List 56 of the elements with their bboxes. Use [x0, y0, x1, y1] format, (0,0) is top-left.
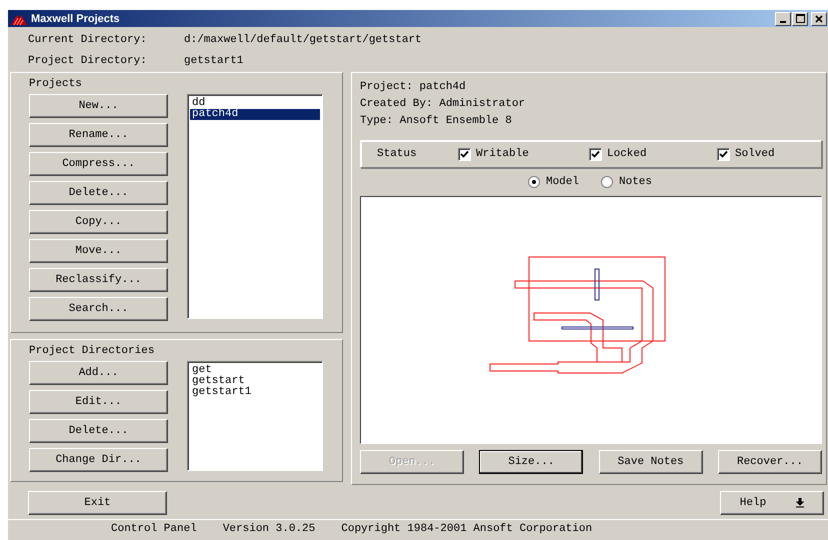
status-text: Copyright 1984-2001 Ansoft Corporation [341, 523, 592, 537]
list-box[interactable]: get getstart getstart1 [187, 361, 323, 471]
radio-icon[interactable] [601, 176, 613, 188]
checkbox[interactable] [589, 148, 602, 160]
panel-button[interactable]: Delete... [29, 419, 168, 443]
window-title: Maxwell Projects [31, 12, 121, 24]
exit-button[interactable]: Exit [28, 491, 167, 515]
panel-button[interactable]: Delete... [29, 181, 168, 205]
radio-icon[interactable] [528, 176, 540, 188]
status-label: Status [377, 148, 418, 160]
project-info: Project: patch4d [360, 81, 466, 93]
down-arrow-icon [796, 498, 804, 508]
list-item[interactable]: getstart [190, 376, 320, 387]
info-label: Current Directory: [28, 34, 148, 48]
list-item[interactable]: patch4d [190, 109, 320, 120]
list-item[interactable]: get [190, 365, 320, 376]
panel-button[interactable]: Move... [29, 239, 168, 263]
minimize-button[interactable] [775, 12, 791, 26]
panel-button[interactable]: Edit... [29, 390, 168, 414]
help-button[interactable]: Help [720, 491, 824, 515]
checkbox-label: Writable [476, 148, 529, 160]
close-icon [815, 14, 823, 22]
panel-button[interactable]: Add... [29, 361, 168, 385]
action-button[interactable]: Recover... [718, 450, 822, 474]
list-box[interactable]: dd patch4d [187, 94, 323, 319]
panel-title: Project Directories [29, 345, 154, 357]
action-button[interactable]: Size... [479, 450, 584, 474]
checkbox-label: Locked [607, 148, 647, 160]
list-item[interactable]: dd [190, 98, 320, 109]
info-label: Project Directory: [28, 54, 148, 68]
checkbox[interactable] [458, 148, 471, 160]
panel-title: Projects [29, 78, 82, 90]
checkbox[interactable] [717, 148, 730, 160]
checkbox-label: Solved [735, 148, 775, 160]
maximize-icon [796, 14, 804, 23]
panel-button[interactable]: Change Dir... [29, 448, 168, 472]
close-button[interactable] [811, 12, 827, 26]
radio-button[interactable]: Model [528, 176, 579, 188]
panel-button[interactable]: Reclassify... [29, 268, 168, 292]
maximize-button[interactable] [792, 12, 808, 26]
project-info: Created By: Administrator [360, 98, 526, 110]
info-value: d:/maxwell/default/getstart/getstart [184, 34, 423, 48]
panel-button[interactable]: Rename... [29, 123, 168, 147]
panel-button[interactable]: Search... [29, 297, 168, 321]
list-item[interactable]: getstart1 [190, 387, 320, 398]
project-info: Type: Ansoft Ensemble 8 [360, 115, 512, 127]
action-button[interactable]: Save Notes [598, 450, 703, 474]
minimize-icon [780, 20, 786, 22]
info-value: getstart1 [184, 54, 244, 68]
status-text: Version 3.0.25 [222, 523, 316, 537]
panel-button[interactable]: New... [29, 94, 168, 118]
status-text: Control Panel [111, 523, 197, 537]
panel-button[interactable]: Compress... [29, 152, 168, 176]
logo-icon [11, 12, 27, 24]
panel-button[interactable]: Copy... [29, 210, 168, 234]
radio-button[interactable]: Notes [601, 176, 652, 188]
